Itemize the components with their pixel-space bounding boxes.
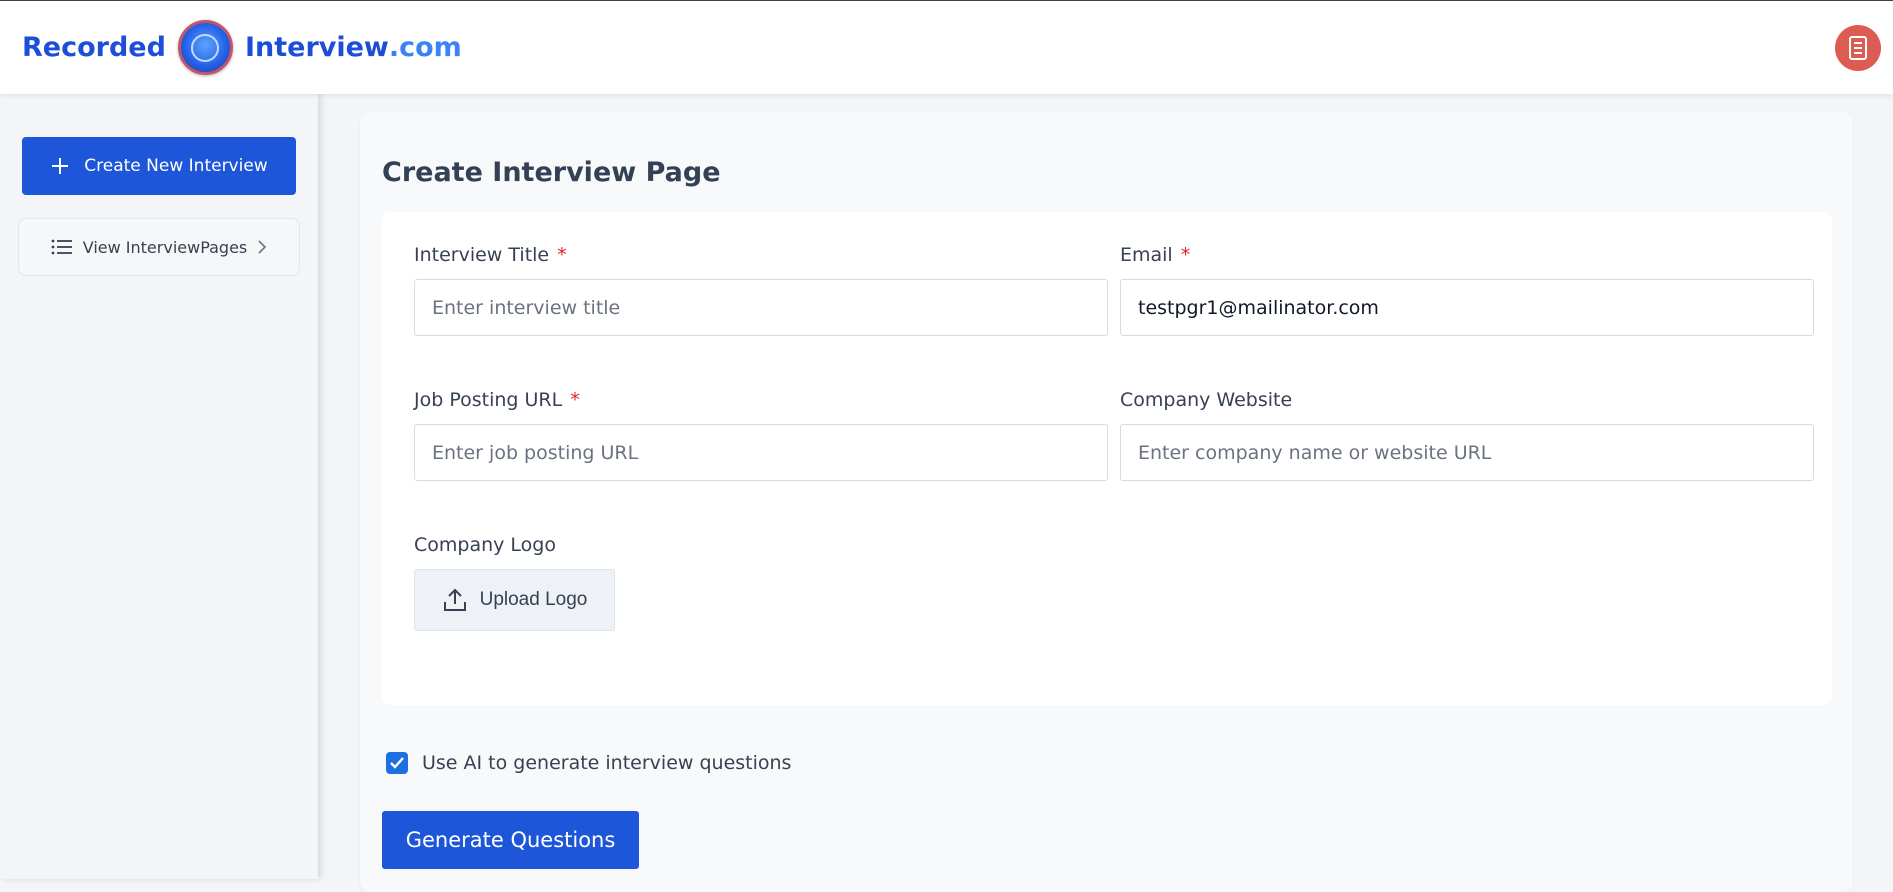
main-content: Create Interview Page Interview Title * E…	[360, 112, 1853, 892]
job-posting-url-placeholder: Enter job posting URL	[432, 441, 639, 464]
interview-title-label: Interview Title *	[414, 244, 567, 266]
company-website-input[interactable]: Enter company name or website URL	[1120, 424, 1814, 481]
top-bar: Recorded Interview .com	[0, 0, 1893, 94]
view-interview-pages-label: View InterviewPages	[82, 237, 248, 257]
job-posting-url-label: Job Posting URL *	[414, 389, 580, 411]
company-logo-label: Company Logo	[414, 534, 556, 556]
sidebar: Create New Interview View InterviewPages	[0, 94, 318, 879]
chevron-right-icon	[258, 240, 267, 254]
email-label-text: Email	[1120, 244, 1173, 266]
brand-word-recorded: Recorded	[22, 32, 166, 63]
interview-title-label-text: Interview Title	[414, 244, 550, 266]
upload-logo-button[interactable]: Upload Logo	[414, 569, 615, 631]
page-title: Create Interview Page	[382, 157, 721, 188]
company-website-placeholder: Enter company name or website URL	[1138, 441, 1492, 464]
checkmark-icon	[390, 757, 404, 769]
email-input[interactable]: testpgr1@mailinator.com	[1120, 279, 1814, 336]
create-new-interview-button[interactable]: Create New Interview	[22, 137, 296, 195]
interview-title-input[interactable]: Enter interview title	[414, 279, 1108, 336]
brand-logo[interactable]: Recorded Interview .com	[22, 20, 462, 75]
ai-questions-label: Use AI to generate interview questions	[422, 752, 792, 774]
brand-word-interview: Interview	[244, 32, 389, 63]
upload-logo-label: Upload Logo	[479, 589, 588, 610]
job-posting-url-label-text: Job Posting URL	[414, 389, 563, 411]
ai-questions-option[interactable]: Use AI to generate interview questions	[386, 752, 791, 774]
company-website-label: Company Website	[1120, 389, 1293, 411]
job-posting-url-input[interactable]: Enter job posting URL	[414, 424, 1108, 481]
plus-icon	[52, 158, 69, 174]
interview-form: Interview Title * Enter interview title E…	[382, 212, 1832, 705]
user-menu-button[interactable]	[1835, 25, 1881, 71]
document-icon	[1849, 36, 1867, 60]
required-mark: *	[557, 244, 567, 266]
record-button-icon	[177, 20, 233, 75]
brand-suffix: .com	[388, 32, 462, 63]
ai-questions-checkbox[interactable]	[386, 752, 408, 774]
generate-questions-button[interactable]: Generate Questions	[382, 811, 639, 869]
interview-title-placeholder: Enter interview title	[432, 296, 621, 319]
upload-icon	[443, 588, 466, 611]
required-mark: *	[570, 389, 580, 411]
list-icon	[51, 239, 72, 255]
required-mark: *	[1180, 244, 1191, 266]
create-new-interview-label: Create New Interview	[84, 156, 268, 176]
email-label: Email *	[1120, 244, 1190, 266]
email-value: testpgr1@mailinator.com	[1138, 296, 1379, 319]
view-interview-pages-button[interactable]: View InterviewPages	[18, 218, 300, 276]
